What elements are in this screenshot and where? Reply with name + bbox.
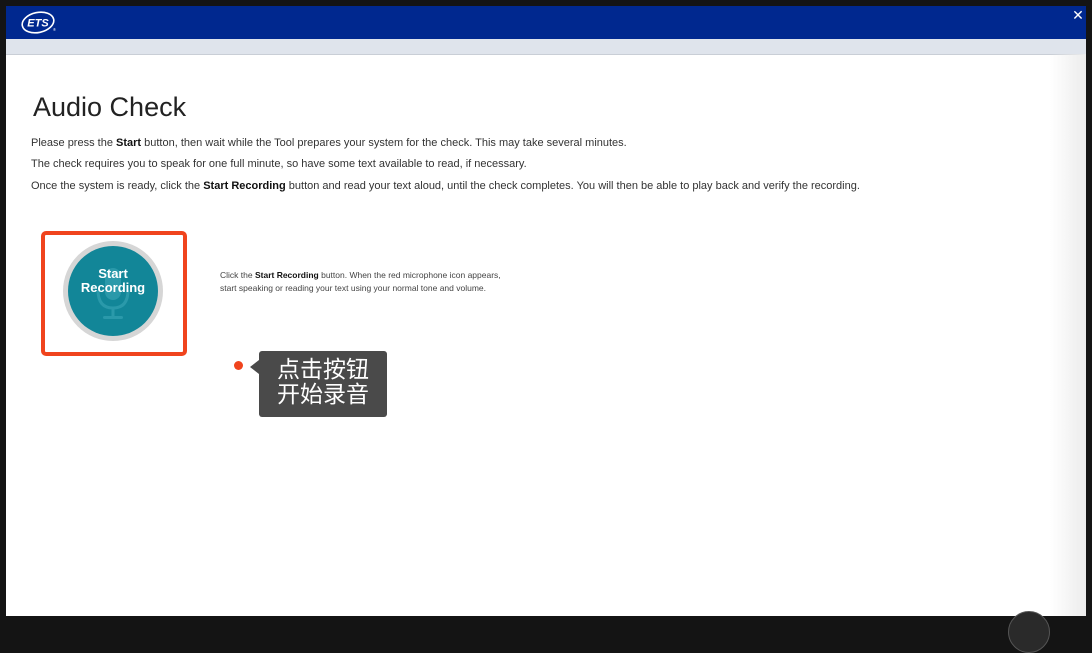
svg-text:®: ® (53, 27, 56, 32)
toolbar-strip (6, 39, 1086, 55)
svg-text:ETS: ETS (27, 18, 49, 30)
start-recording-highlight: Start Recording (41, 231, 187, 356)
annotation-dot (234, 361, 243, 370)
instruction-line-1: Please press the Start button, then wait… (31, 137, 627, 149)
annotation-callout: 点击按钮 开始录音 (250, 351, 387, 417)
instruction-line-3: Once the system is ready, click the Star… (31, 180, 860, 192)
page-title: Audio Check (33, 92, 187, 122)
instruction-line-2: The check requires you to speak for one … (31, 158, 527, 170)
overlay-circle (1008, 611, 1050, 653)
start-recording-button[interactable]: Start Recording (63, 241, 163, 341)
close-icon[interactable]: ✕ (1072, 8, 1084, 22)
title-bar: ETS ® ✕ (6, 6, 1086, 39)
app-window: ETS ® ✕ Audio Check Please press the Sta… (6, 6, 1086, 616)
ets-logo: ETS ® (21, 11, 56, 34)
main-content: Audio Check Please press the Start butto… (6, 54, 1086, 616)
start-recording-face: Start Recording (68, 246, 158, 336)
recording-help-text: Click the Start Recording button. When t… (220, 270, 501, 293)
start-recording-label: Start Recording (80, 266, 146, 295)
